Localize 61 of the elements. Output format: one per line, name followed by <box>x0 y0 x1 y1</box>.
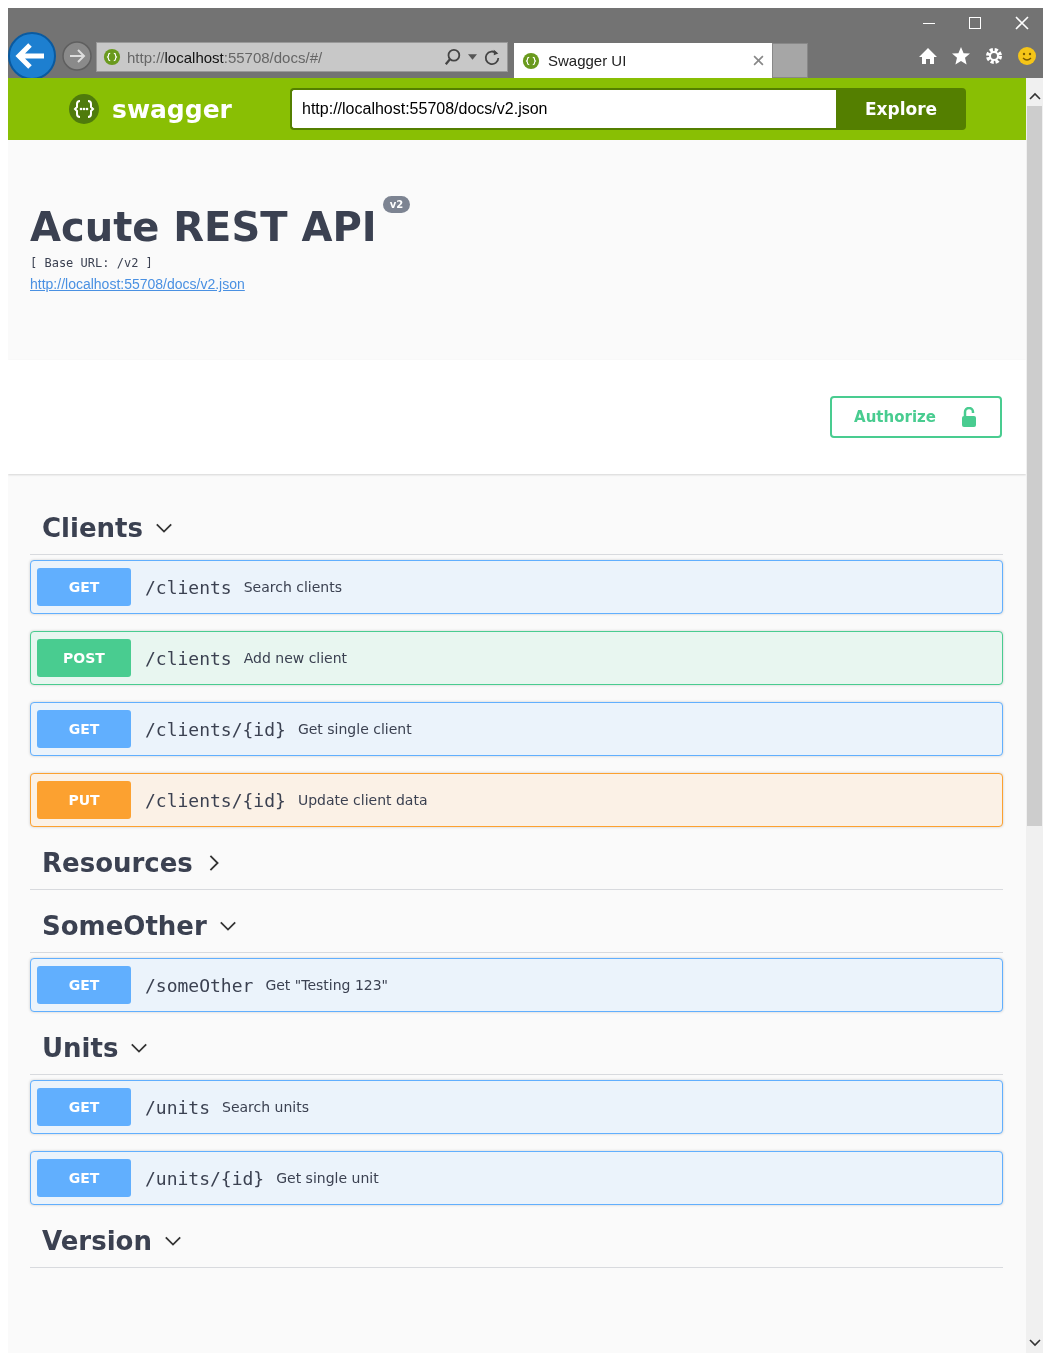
tab-title: Swagger UI <box>548 52 628 69</box>
scroll-up-icon[interactable] <box>1028 92 1041 100</box>
method-badge: POST <box>37 639 131 677</box>
minimize-icon[interactable] <box>923 22 935 24</box>
method-badge: PUT <box>37 781 131 819</box>
method-badge: GET <box>37 1159 131 1197</box>
scroll-thumb[interactable] <box>1027 106 1042 826</box>
section-header[interactable]: SomeOther <box>30 900 1003 953</box>
swagger-logo-icon <box>68 93 100 125</box>
close-icon[interactable] <box>1015 16 1029 30</box>
endpoint-summary: Search units <box>222 1099 309 1115</box>
smiley-icon[interactable] <box>1017 46 1037 66</box>
scrollbar[interactable] <box>1026 78 1043 1353</box>
endpoint-path: /units/{id} <box>145 1167 265 1189</box>
endpoint-summary: Get single client <box>297 721 412 737</box>
section-header[interactable]: Resources <box>30 837 1003 890</box>
address-bar[interactable]: http://localhost:55708/docs/#/ <box>96 42 508 72</box>
endpoint-path: /clients/{id} <box>145 718 286 740</box>
section-header[interactable]: Clients <box>30 502 1003 555</box>
explore-button[interactable]: Explore <box>836 88 966 130</box>
site-icon <box>522 51 540 70</box>
operation-row[interactable]: GET /clients Search clients <box>30 560 1003 614</box>
endpoint-path: /clients <box>145 576 232 598</box>
site-icon <box>103 48 121 66</box>
endpoint-summary: Get single unit <box>276 1170 379 1186</box>
endpoint-path: /clients/{id} <box>145 789 286 811</box>
dropdown-caret-icon[interactable] <box>468 54 477 60</box>
brand-name: swagger <box>112 94 232 124</box>
close-tab-icon[interactable] <box>753 55 764 66</box>
operation-row[interactable]: PUT /clients/{id} Update client data <box>30 773 1003 827</box>
endpoint-path: /someOther <box>145 974 254 996</box>
section-header[interactable]: Units <box>30 1022 1003 1075</box>
settings-icon[interactable] <box>984 46 1004 66</box>
refresh-icon[interactable] <box>483 48 501 66</box>
method-badge: GET <box>37 1088 131 1126</box>
home-icon[interactable] <box>918 46 938 66</box>
operation-row[interactable]: GET /clients/{id} Get single client <box>30 702 1003 756</box>
section-header[interactable]: Version <box>30 1215 1003 1268</box>
search-icon[interactable] <box>444 48 462 66</box>
endpoint-summary: Get "Testing 123" <box>265 977 389 993</box>
address-text: http://localhost:55708/docs/#/ <box>127 48 324 66</box>
operation-row[interactable]: GET /someOther Get "Testing 123" <box>30 958 1003 1012</box>
endpoint-path: /clients <box>145 647 232 669</box>
star-icon[interactable] <box>951 46 971 66</box>
operation-row[interactable]: POST /clients Add new client <box>30 631 1003 685</box>
spec-url-field[interactable]: http://localhost:55708/docs/v2.json <box>290 88 836 130</box>
endpoint-summary: Update client data <box>297 792 428 808</box>
version-badge: v2 <box>382 196 411 213</box>
endpoint-summary: Add new client <box>243 650 348 666</box>
scroll-down-icon[interactable] <box>1028 1339 1041 1347</box>
method-badge: GET <box>37 710 131 748</box>
operation-row[interactable]: GET /units Search units <box>30 1080 1003 1134</box>
base-url: [ Base URL: /v2 ] <box>30 256 154 270</box>
api-title: Acute REST API <box>30 203 377 252</box>
maximize-icon[interactable] <box>969 17 981 29</box>
browser-tab[interactable]: Swagger UI <box>514 43 772 78</box>
method-badge: GET <box>37 966 131 1004</box>
endpoint-path: /units <box>145 1096 211 1118</box>
method-badge: GET <box>37 568 131 606</box>
operation-row[interactable]: GET /units/{id} Get single unit <box>30 1151 1003 1205</box>
endpoint-summary: Search clients <box>243 579 342 595</box>
